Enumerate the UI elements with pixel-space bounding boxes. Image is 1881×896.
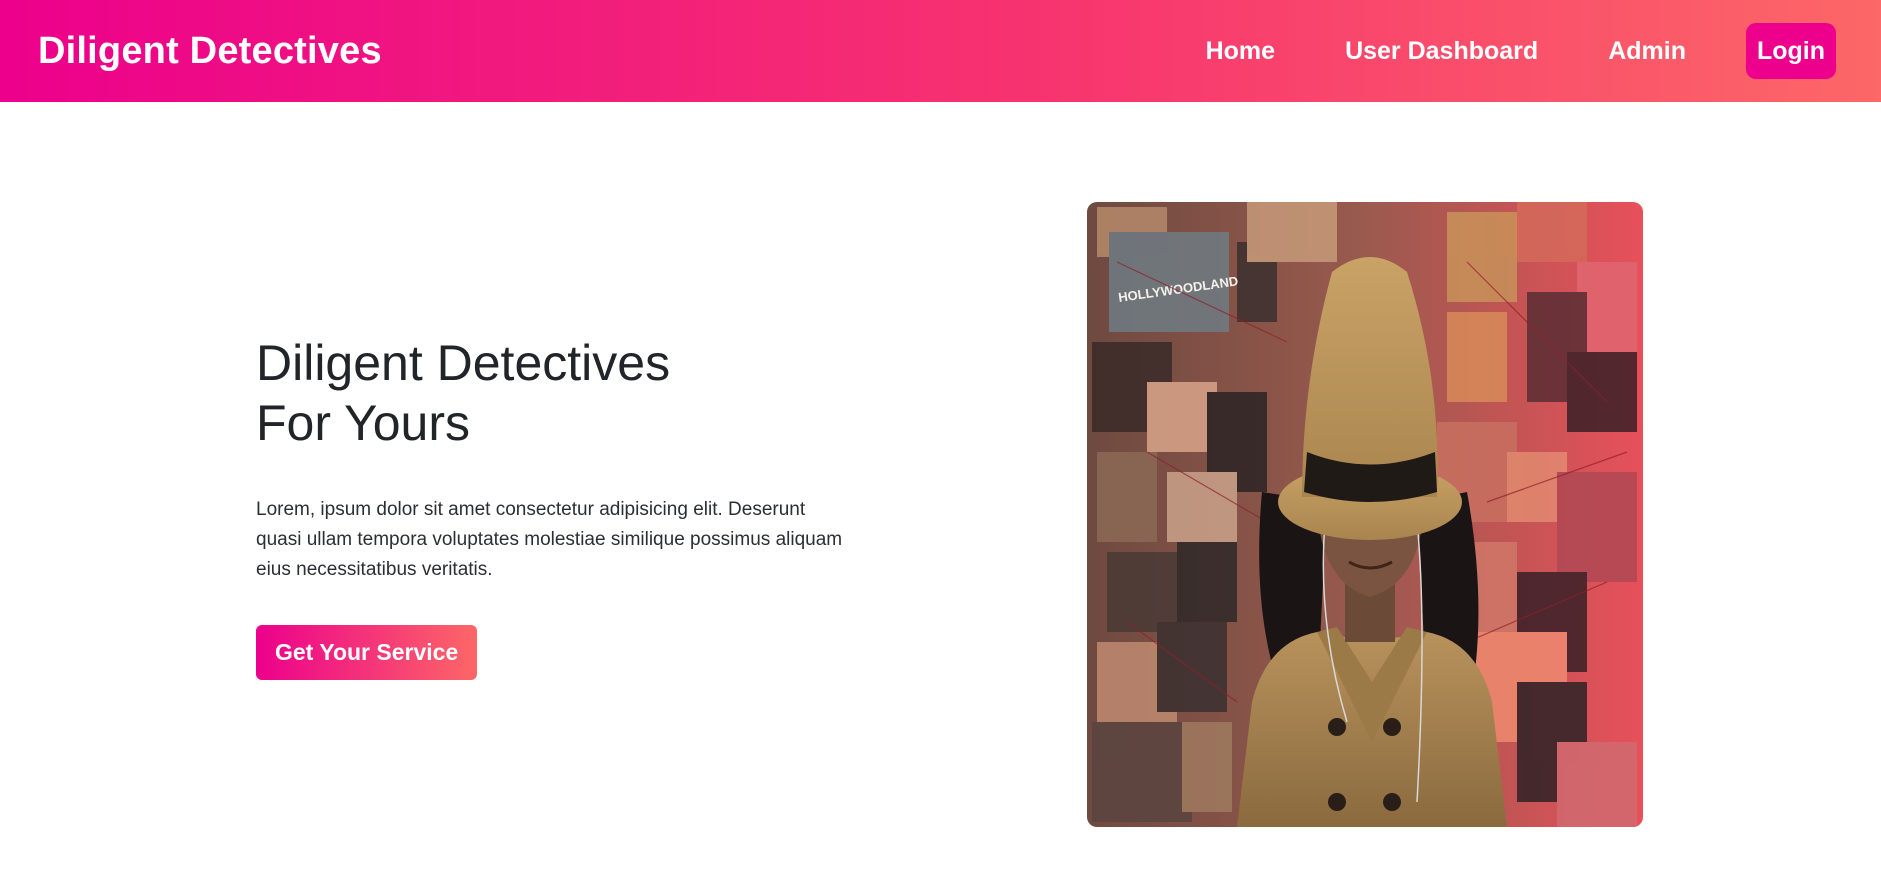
login-button[interactable]: Login: [1745, 23, 1836, 79]
nav-link-user-dashboard[interactable]: User Dashboard: [1345, 37, 1538, 66]
hero-detective-image: HOLLYWOODLAND: [1087, 202, 1643, 827]
hero-title: Diligent Detectives For Yours: [256, 333, 856, 453]
hero-section: Diligent Detectives For Yours Lorem, ips…: [256, 333, 856, 680]
get-service-button[interactable]: Get Your Service: [256, 625, 478, 680]
hero-description: Lorem, ipsum dolor sit amet consectetur …: [256, 499, 843, 580]
hero-title-line-1: Diligent Detectives: [256, 335, 671, 391]
nav-link-admin[interactable]: Admin: [1608, 37, 1686, 66]
main-nav: Home User Dashboard Admin Login: [1206, 23, 1836, 79]
nav-link-home[interactable]: Home: [1206, 37, 1275, 66]
top-navbar: Diligent Detectives Home User Dashboard …: [0, 0, 1881, 102]
hero-title-line-2: For Yours: [256, 395, 471, 451]
brand-logo[interactable]: Diligent Detectives: [38, 30, 382, 73]
